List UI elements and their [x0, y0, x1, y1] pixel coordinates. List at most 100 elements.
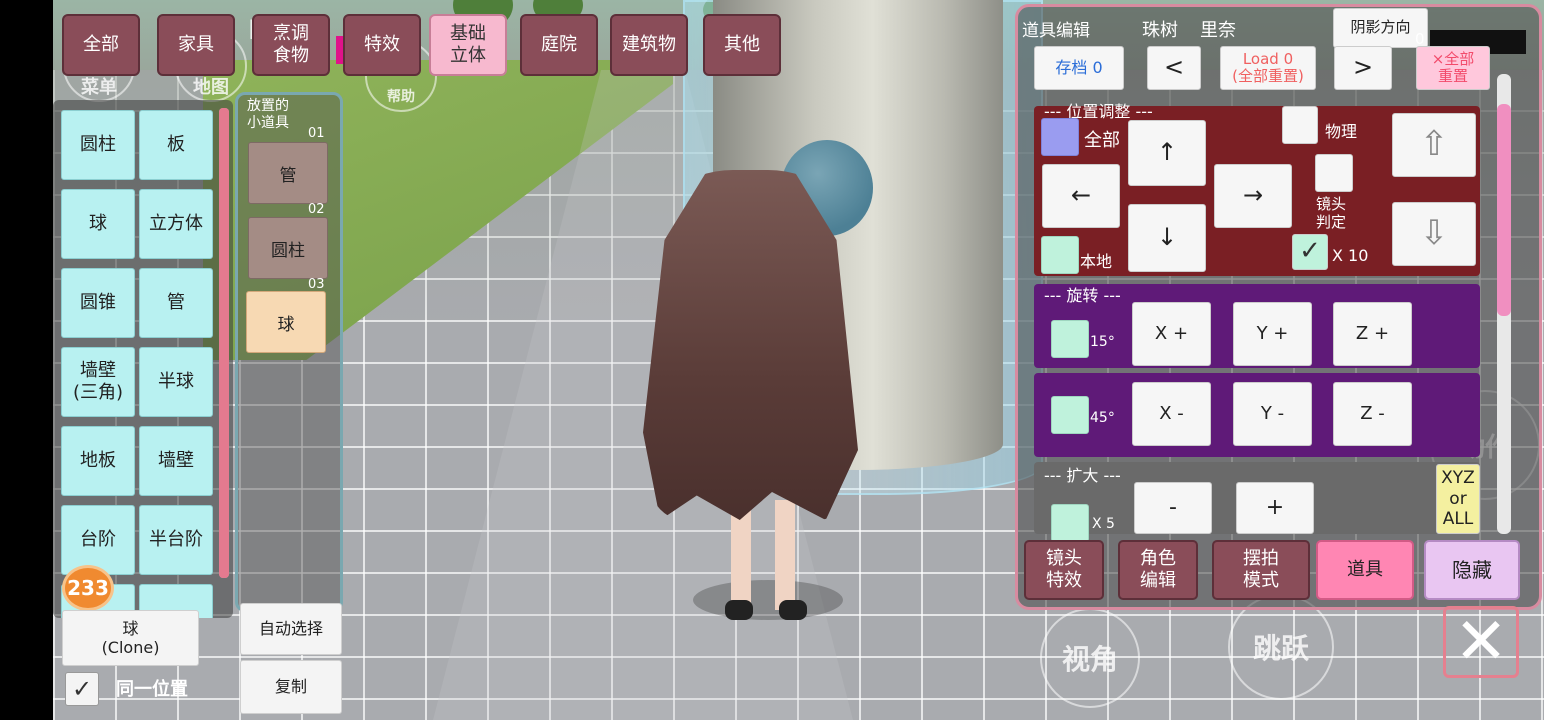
next-label: > — [1352, 53, 1374, 82]
view-button[interactable]: 视角 — [1040, 608, 1140, 708]
notification-badge[interactable]: 233 — [62, 565, 114, 611]
category-label: 庭院 — [541, 34, 577, 56]
prev-slot-button[interactable]: < — [1147, 46, 1201, 90]
palette-floor[interactable]: 地板 — [61, 426, 135, 496]
lower-button[interactable]: ⇩ — [1392, 202, 1476, 266]
all-toggle[interactable] — [1041, 118, 1079, 156]
palette-tube[interactable]: 管 — [139, 268, 213, 338]
same-position-label: 同一位置 — [116, 679, 188, 700]
rotate-z-plus-label: Z + — [1355, 322, 1390, 344]
placed-item-sphere[interactable]: 球 — [246, 291, 326, 353]
copy-button[interactable]: 复制 — [240, 660, 342, 714]
rotate-z-minus-button[interactable]: Z - — [1333, 382, 1412, 446]
palette-cube[interactable]: 立方体 — [139, 189, 213, 259]
palette-stairs[interactable]: 台阶 — [61, 505, 135, 575]
checkmark-icon: ✓ — [71, 675, 93, 703]
rotate-y-plus-button[interactable]: Y + — [1233, 302, 1312, 366]
rotate-section-label: --- 旋转 --- — [1044, 286, 1121, 305]
placed-num: 03 — [308, 277, 325, 292]
palette-plate[interactable]: 板 — [139, 110, 213, 180]
physics-checkbox[interactable] — [1282, 106, 1318, 144]
shadow-direction-button[interactable]: 阴影方向 — [1333, 8, 1428, 48]
category-basic-3d[interactable]: 基础 立体 — [429, 14, 507, 76]
camera-judge-checkbox[interactable] — [1315, 154, 1353, 192]
bottom-label: 道具 — [1347, 559, 1383, 581]
local-toggle[interactable] — [1041, 236, 1079, 274]
rotate-x-plus-button[interactable]: X + — [1132, 302, 1211, 366]
category-all[interactable]: 全部 — [62, 14, 140, 76]
editor-title: 道具编辑 — [1022, 21, 1090, 41]
rotate-x-minus-button[interactable]: X - — [1132, 382, 1211, 446]
category-label: 全部 — [83, 34, 119, 56]
same-position-checkbox[interactable]: ✓ — [65, 672, 99, 706]
physics-label: 物理 — [1325, 122, 1358, 141]
rotate-x-plus-label: X + — [1154, 322, 1189, 344]
category-food[interactable]: 烹调 食物 — [252, 14, 330, 76]
placed-item-cylinder[interactable]: 圆柱 — [248, 217, 328, 279]
editor-scroll-thumb[interactable] — [1497, 104, 1511, 316]
local-label: 本地 — [1080, 252, 1113, 271]
save-slot-button[interactable]: 存档 0 — [1034, 46, 1124, 90]
category-buildings[interactable]: 建筑物 — [610, 14, 688, 76]
move-left-label: ← — [1070, 181, 1092, 210]
palette-sphere[interactable]: 球 — [61, 189, 135, 259]
character-edit-button[interactable]: 角色 编辑 — [1118, 540, 1198, 600]
reset-all-button[interactable]: ×全部 重置 — [1416, 46, 1490, 90]
next-slot-button[interactable]: > — [1334, 46, 1392, 90]
placed-num: 01 — [308, 126, 325, 141]
props-button[interactable]: 道具 — [1316, 540, 1414, 600]
scale-plus-label: + — [1265, 495, 1285, 521]
palette-label: 板 — [167, 133, 185, 155]
palette-scroll-thumb[interactable] — [219, 108, 229, 578]
raise-button[interactable]: ⇧ — [1392, 113, 1476, 177]
move-left-button[interactable]: ← — [1042, 164, 1120, 228]
rotate-z-plus-button[interactable]: Z + — [1333, 302, 1412, 366]
x10-checkbox[interactable]: ✓ — [1292, 234, 1328, 270]
move-right-button[interactable]: → — [1214, 164, 1292, 228]
rotate-y-minus-button[interactable]: Y - — [1233, 382, 1312, 446]
scale-x5-toggle[interactable] — [1051, 504, 1089, 542]
object-palette[interactable]: 圆柱 板 球 立方体 圆锥 管 墙壁 (三角) 半球 地板 墙壁 台阶 半台阶 — [53, 100, 233, 618]
category-label: 建筑物 — [622, 34, 676, 56]
palette-triangle-wall[interactable]: 墙壁 (三角) — [61, 347, 135, 417]
xyz-all-toggle[interactable]: XYZ or ALL — [1436, 464, 1480, 534]
menu-label: 菜单 — [81, 77, 117, 98]
move-down-button[interactable]: ↓ — [1128, 204, 1206, 272]
rotate-15-toggle[interactable] — [1051, 320, 1089, 358]
close-button[interactable]: ✕ — [1443, 605, 1519, 679]
palette-hemisphere[interactable]: 半球 — [139, 347, 213, 417]
palette-label: 地板 — [80, 449, 116, 471]
auto-select-button[interactable]: 自动选择 — [240, 603, 342, 655]
category-other[interactable]: 其他 — [703, 14, 781, 76]
palette-wall[interactable]: 墙壁 — [139, 426, 213, 496]
rotate-45-toggle[interactable] — [1051, 396, 1089, 434]
save-slot-label: 存档 0 — [1055, 57, 1103, 77]
bottom-label: 隐藏 — [1452, 558, 1492, 582]
palette-label: 圆锥 — [80, 291, 116, 313]
prev-label: < — [1163, 53, 1185, 82]
palette-label: 圆柱 — [80, 133, 116, 155]
palette-cylinder[interactable]: 圆柱 — [61, 110, 135, 180]
palette-half-stairs[interactable]: 半台阶 — [139, 505, 213, 575]
move-down-label: ↓ — [1156, 223, 1178, 252]
scale-plus-button[interactable]: + — [1236, 482, 1314, 534]
move-up-button[interactable]: ↑ — [1128, 120, 1206, 186]
load-slot-button[interactable]: Load 0 (全部重置) — [1220, 46, 1316, 90]
all-label: 全部 — [1084, 130, 1120, 151]
scale-minus-button[interactable]: - — [1134, 482, 1212, 534]
camera-effects-button[interactable]: 镜头 特效 — [1024, 540, 1104, 600]
placed-item-label: 管 — [279, 165, 297, 186]
category-label: 烹调 食物 — [273, 23, 309, 66]
rotate-x-minus-label: X - — [1159, 402, 1184, 424]
hide-button[interactable]: 隐藏 — [1424, 540, 1520, 600]
category-garden[interactable]: 庭院 — [520, 14, 598, 76]
pose-mode-button[interactable]: 摆拍 模式 — [1212, 540, 1310, 600]
player-character[interactable] — [643, 170, 858, 640]
arrow-up-outline-icon: ⇧ — [1419, 124, 1449, 165]
placed-item-tube[interactable]: 管 — [248, 142, 328, 204]
category-furniture[interactable]: 家具 — [157, 14, 235, 76]
rotate-15-label: 15° — [1090, 334, 1115, 350]
category-effects[interactable]: 特效 — [343, 14, 421, 76]
palette-cone[interactable]: 圆锥 — [61, 268, 135, 338]
scale-x5-label: X 5 — [1092, 516, 1115, 532]
